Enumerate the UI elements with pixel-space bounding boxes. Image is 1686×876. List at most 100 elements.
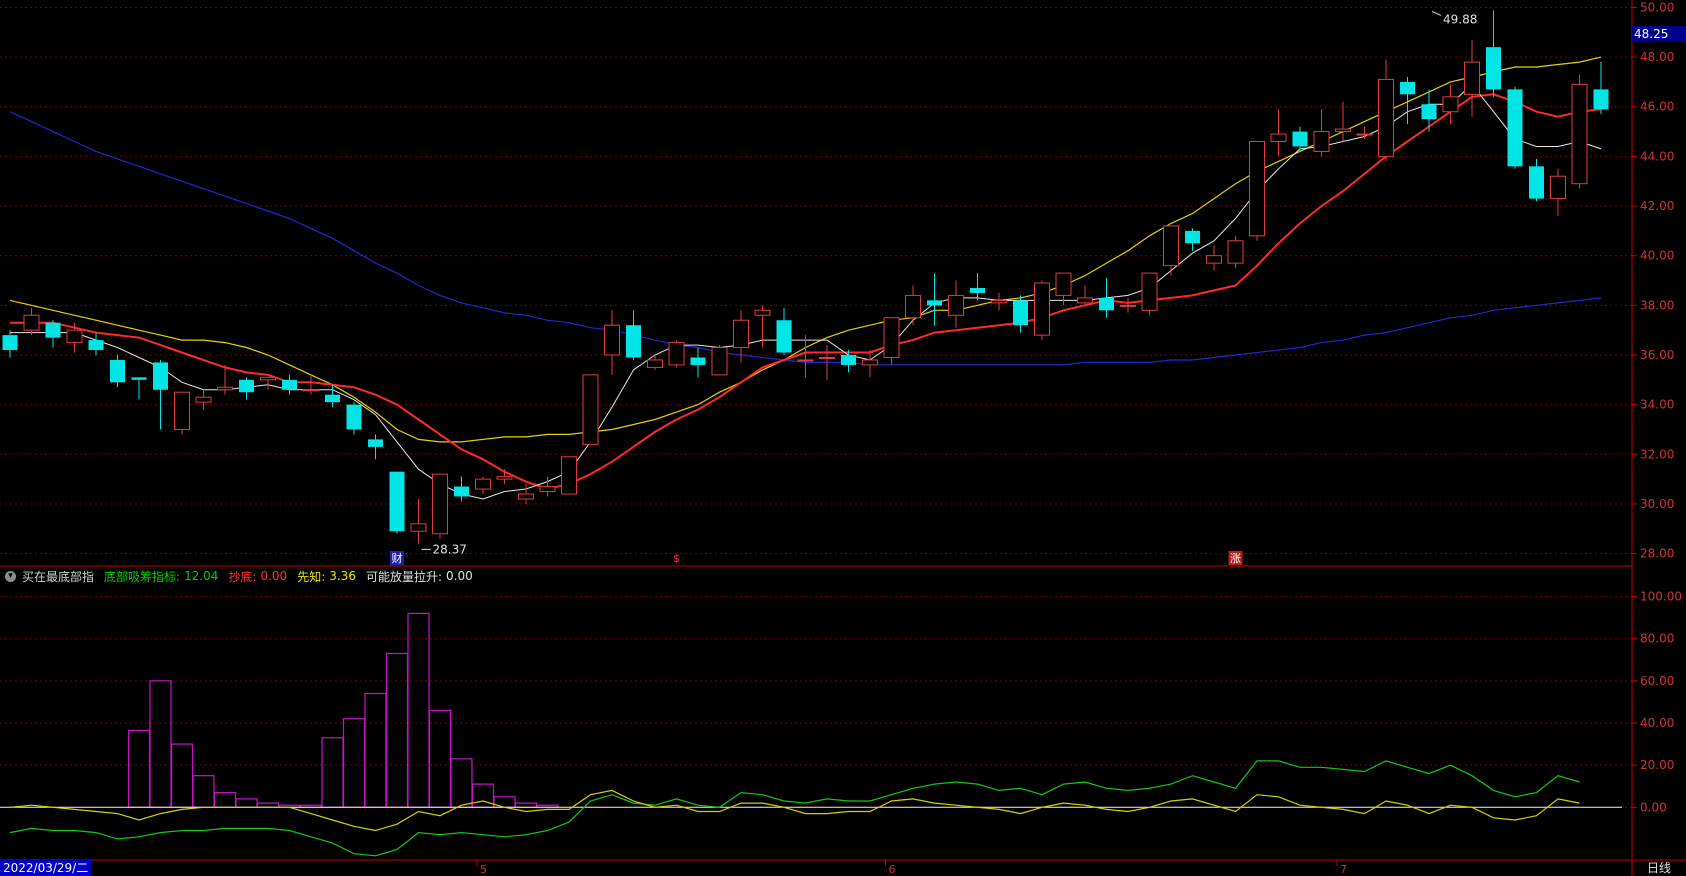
candle-body (174, 391, 190, 430)
indicator-tick-label: 20.00 (1640, 758, 1674, 772)
marker-label: $ (673, 552, 680, 565)
marker-label: 涨 (1230, 552, 1241, 565)
candle-body (1099, 297, 1114, 311)
candle (174, 391, 190, 435)
indicator-value-volume-surge: 0.00 (446, 569, 473, 583)
candlesticks (2, 10, 1609, 544)
candle (1507, 86, 1523, 169)
indicator-bar (342, 718, 366, 808)
candle-body (1356, 133, 1373, 136)
price-tick-label: 32.00 (1640, 447, 1674, 461)
ma5-line (10, 83, 1602, 500)
indicator-bar (450, 758, 473, 808)
candle (927, 273, 942, 326)
candle (1163, 225, 1179, 276)
month-label: 7 (1340, 863, 1347, 876)
candle (1593, 62, 1609, 115)
candle (1378, 59, 1394, 162)
candle-body (927, 300, 942, 306)
indicator-name[interactable]: 买在最底部指 (22, 568, 94, 585)
candle-body (260, 376, 276, 381)
candle-body (303, 389, 319, 392)
candle-body (518, 493, 534, 500)
candle-body (690, 357, 706, 365)
candle-body (561, 456, 577, 495)
candle (1099, 278, 1114, 318)
high-label: 49.88 (1443, 12, 1477, 26)
candle (368, 434, 383, 460)
candle (797, 335, 814, 378)
indicator-bar (192, 775, 215, 808)
price-tick-label: 44.00 (1640, 149, 1674, 163)
chart-annotations: 49.88 28.37 财 $ 涨 (390, 10, 1477, 565)
candle (1421, 89, 1437, 132)
candle (647, 354, 663, 370)
candle-body (1529, 166, 1544, 199)
candle-body (1141, 272, 1158, 311)
candle (862, 350, 878, 378)
candle (432, 473, 448, 539)
chart-frame (0, 0, 1686, 876)
indicator-value-bottom: 0.00 (260, 569, 288, 583)
candle (970, 273, 985, 301)
candle-body (733, 319, 749, 349)
candle-body (1421, 104, 1437, 120)
candle-body (1227, 240, 1244, 264)
candle-body (1292, 131, 1308, 147)
month-label: 6 (889, 863, 896, 876)
indicator-tick-label: 60.00 (1640, 674, 1674, 688)
candle-body (496, 476, 513, 480)
price-tick-label: 34.00 (1640, 398, 1674, 412)
candle (1034, 280, 1050, 341)
indicator-bar (256, 802, 280, 808)
indicator-tick-label: 40.00 (1640, 716, 1674, 730)
candle (1292, 126, 1308, 152)
candle-body (797, 359, 814, 362)
candle (776, 307, 792, 355)
indicator-tick-label: 0.00 (1640, 800, 1667, 814)
price-tick-label: 50.00 (1640, 0, 1674, 14)
indicator-bar (385, 652, 409, 808)
candle (239, 377, 254, 400)
candle (948, 280, 964, 328)
candle-body (819, 356, 835, 359)
marker-label: 财 (392, 551, 403, 565)
candle-body (454, 486, 469, 497)
indicator-label-prophet: 先知: (297, 569, 326, 584)
candle-body (883, 317, 900, 358)
candle-body (1486, 47, 1501, 90)
candle-body (66, 329, 83, 344)
stock-chart[interactable]: 28.00 30.00 32.00 34.00 36.00 38.00 40.00 42.00… (0, 0, 1686, 876)
candle (195, 389, 212, 410)
indicator-label-volume-surge: 可能放量拉升: (365, 569, 442, 584)
chevron-down-icon[interactable]: ▾ (5, 570, 16, 582)
indicator-bar (471, 783, 495, 808)
candle (410, 498, 427, 544)
candle-body (1055, 272, 1072, 296)
candle (153, 359, 168, 430)
ma10-line (10, 93, 1602, 491)
price-tick-label: 28.00 (1640, 547, 1674, 561)
time-axis: 5 6 7 (476, 860, 1347, 876)
candle (1185, 228, 1200, 251)
high-pointer (1431, 10, 1442, 16)
month-label: 5 (480, 863, 487, 876)
cursor-date: 2022/03/29/二 (0, 860, 92, 876)
candle-body (711, 347, 728, 376)
candle-body (1378, 78, 1394, 157)
period-label[interactable]: 日线 (1632, 860, 1686, 876)
candle-body (346, 404, 362, 430)
candle (1227, 235, 1244, 269)
candle (496, 469, 513, 485)
candle (626, 310, 641, 360)
candle (1529, 158, 1544, 202)
candle-body (1185, 230, 1200, 244)
candle (905, 285, 921, 326)
candle (1270, 109, 1287, 157)
indicator-bar (428, 709, 452, 808)
indicator-label-bottom: 抄底: (228, 569, 257, 584)
indicator-bar (127, 729, 151, 808)
candle-body (1550, 175, 1566, 200)
indicator-bars (127, 612, 559, 808)
price-tick-label: 42.00 (1640, 199, 1674, 213)
